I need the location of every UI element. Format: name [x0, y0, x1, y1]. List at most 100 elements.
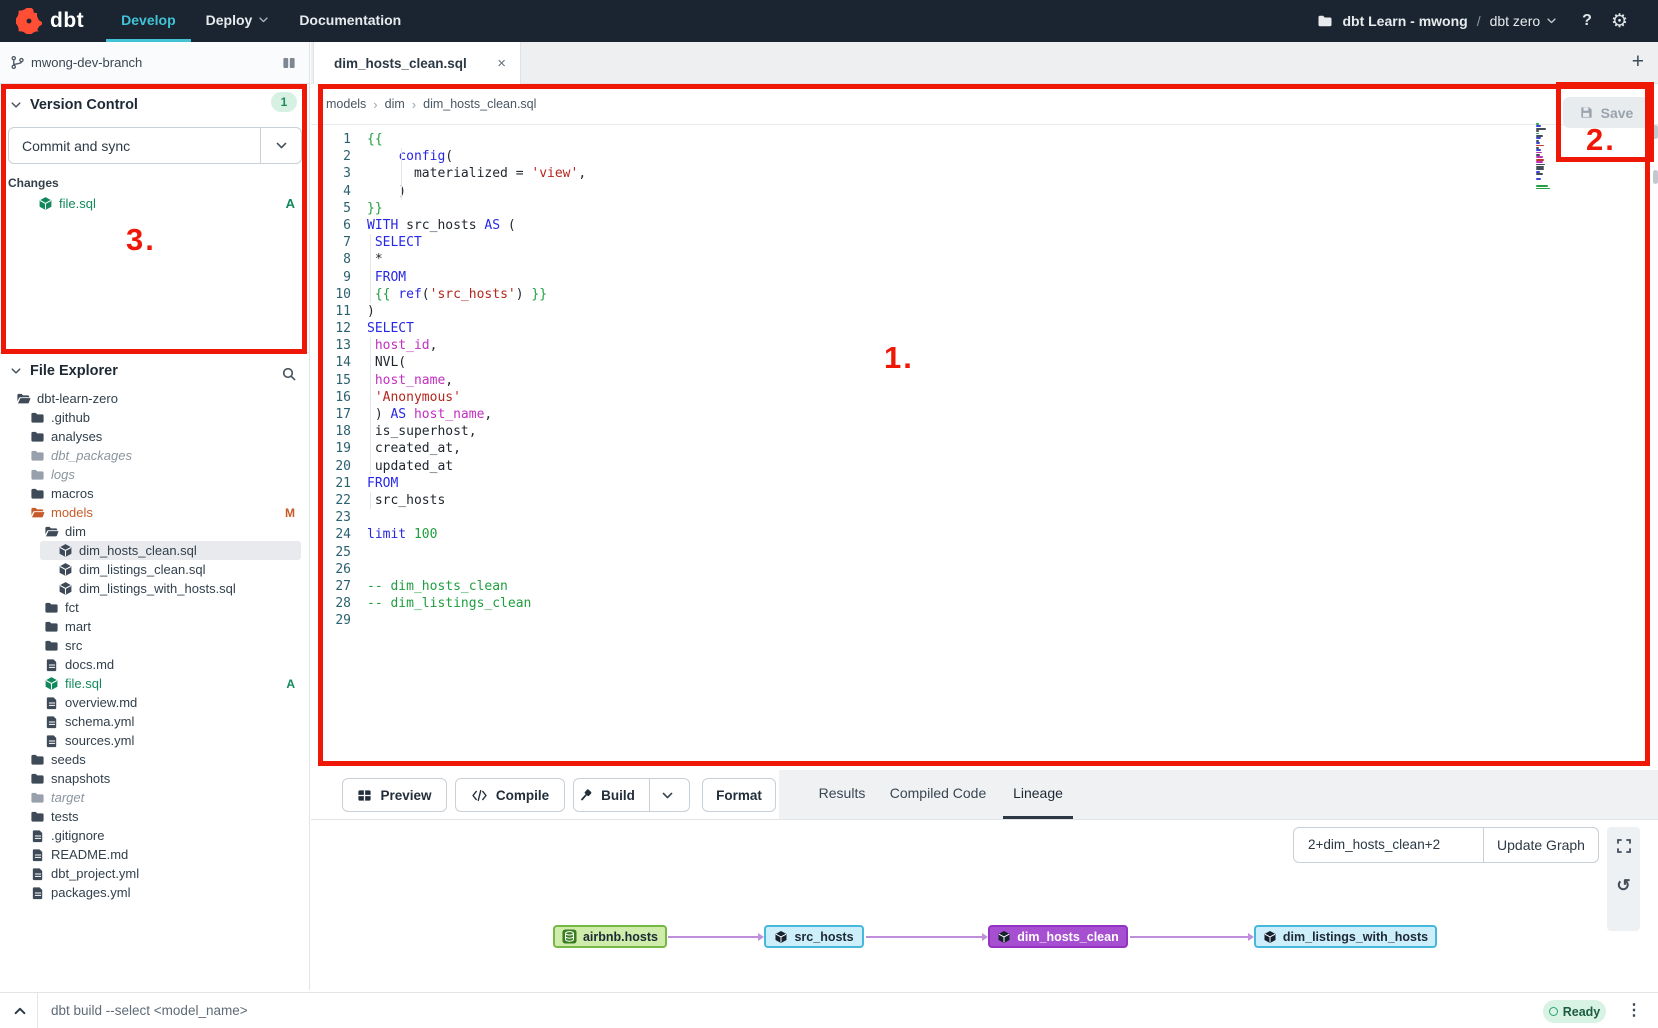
- tree-item-file.sql[interactable]: file.sqlA: [0, 674, 309, 693]
- chevron-down-icon[interactable]: [260, 128, 301, 163]
- tab-lineage[interactable]: Lineage: [1003, 770, 1073, 819]
- lineage-node-dim_listings_with_hosts[interactable]: dim_listings_with_hosts: [1254, 925, 1437, 948]
- line-number: 14: [311, 354, 351, 371]
- tree-item-.gitignore[interactable]: .gitignore: [0, 826, 309, 845]
- close-icon[interactable]: ×: [497, 55, 506, 72]
- tree-item-seeds[interactable]: seeds: [0, 750, 309, 769]
- breadcrumb-item[interactable]: models: [326, 97, 366, 111]
- tab-compiled-code[interactable]: Compiled Code: [883, 770, 993, 819]
- tree-item-models[interactable]: modelsM: [0, 503, 309, 522]
- chevron-up-icon[interactable]: [13, 1004, 27, 1018]
- code-line: 9 FROM: [311, 269, 1658, 286]
- code-line-text: -- dim_listings_clean: [351, 595, 1658, 612]
- tree-item-src[interactable]: src: [0, 636, 309, 655]
- version-control-header[interactable]: Version Control 1: [0, 84, 309, 121]
- preview-button[interactable]: Preview: [342, 778, 447, 812]
- line-number: 1: [311, 131, 351, 148]
- tree-item-dim[interactable]: dim: [0, 522, 309, 541]
- dbt-logo[interactable]: dbt: [16, 0, 84, 42]
- file-explorer-header[interactable]: File Explorer: [0, 353, 309, 387]
- folder-icon: [30, 752, 45, 767]
- tree-item-packages.yml[interactable]: packages.yml: [0, 883, 309, 902]
- tab-dim-hosts-clean[interactable]: dim_hosts_clean.sql ×: [313, 42, 521, 84]
- tree-item-dim_listings_clean.sql[interactable]: dim_listings_clean.sql: [0, 560, 309, 579]
- line-number: 4: [311, 183, 351, 200]
- format-button[interactable]: Format: [702, 778, 776, 812]
- line-number: 12: [311, 320, 351, 337]
- folder-icon: [30, 790, 45, 805]
- tree-item-schema.yml[interactable]: schema.yml: [0, 712, 309, 731]
- changed-file-row[interactable]: file.sql A: [0, 192, 309, 214]
- editor-pane[interactable]: models›dim›dim_hosts_clean.sql 1{{2 conf…: [311, 84, 1658, 770]
- cube-icon: [1263, 930, 1277, 944]
- update-graph-button[interactable]: Update Graph: [1483, 827, 1599, 863]
- tree-item-mart[interactable]: mart: [0, 617, 309, 636]
- tree-item-docs.md[interactable]: docs.md: [0, 655, 309, 674]
- scrollbar-handle[interactable]: [1653, 125, 1658, 139]
- reset-view-icon[interactable]: ↺: [1607, 869, 1640, 902]
- split-view-icon[interactable]: [281, 55, 297, 71]
- tree-item-dbt-learn-zero[interactable]: dbt-learn-zero: [0, 389, 309, 408]
- tree-item-tests[interactable]: tests: [0, 807, 309, 826]
- commit-and-sync-button[interactable]: Commit and sync: [8, 127, 302, 164]
- branch-bar: mwong-dev-branch: [0, 42, 310, 84]
- code-line-text: [351, 509, 1658, 526]
- tree-item-.github[interactable]: .github: [0, 408, 309, 427]
- nav-item-develop[interactable]: Develop: [106, 0, 190, 42]
- kebab-menu-icon[interactable]: ⋮: [1626, 1000, 1642, 1020]
- file-tree: dbt-learn-zero.githubanalysesdbt_package…: [0, 389, 309, 902]
- branch-name[interactable]: mwong-dev-branch: [31, 55, 142, 70]
- tree-item-README.md[interactable]: README.md: [0, 845, 309, 864]
- help-icon[interactable]: ?: [1582, 12, 1592, 30]
- tree-item-target[interactable]: target: [0, 788, 309, 807]
- gear-icon[interactable]: ⚙: [1611, 12, 1628, 31]
- code-line: 6WITH src_hosts AS (: [311, 217, 1658, 234]
- code-line: 23: [311, 509, 1658, 526]
- folder-open-icon: [16, 391, 31, 406]
- search-icon[interactable]: [281, 366, 297, 382]
- nav-item-deploy[interactable]: Deploy: [191, 0, 285, 42]
- line-number: 15: [311, 372, 351, 389]
- tree-item-dbt_project.yml[interactable]: dbt_project.yml: [0, 864, 309, 883]
- line-number: 11: [311, 303, 351, 320]
- save-button[interactable]: Save: [1563, 97, 1649, 128]
- tree-item-macros[interactable]: macros: [0, 484, 309, 503]
- project-selector[interactable]: dbt zero: [1490, 13, 1558, 29]
- model-cube-icon: [58, 543, 73, 558]
- model-cube-icon: [38, 196, 53, 211]
- new-tab-button[interactable]: +: [1632, 50, 1644, 74]
- lineage-node-src_hosts[interactable]: src_hosts: [764, 925, 864, 948]
- tree-item-overview.md[interactable]: overview.md: [0, 693, 309, 712]
- build-button[interactable]: Build: [573, 778, 690, 812]
- breadcrumb-item[interactable]: dim_hosts_clean.sql: [423, 97, 536, 111]
- tree-item-analyses[interactable]: analyses: [0, 427, 309, 446]
- account-name[interactable]: dbt Learn - mwong: [1342, 13, 1467, 29]
- chevron-down-icon[interactable]: [649, 779, 685, 811]
- command-input[interactable]: dbt build --select <model_name>: [51, 993, 248, 1028]
- tree-item-sources.yml[interactable]: sources.yml: [0, 731, 309, 750]
- line-number: 9: [311, 269, 351, 286]
- tree-item-fct[interactable]: fct: [0, 598, 309, 617]
- tree-item-dbt_packages[interactable]: dbt_packages: [0, 446, 309, 465]
- scrollbar-handle[interactable]: [1653, 170, 1658, 184]
- code-line-text: FROM: [351, 475, 1658, 492]
- chevron-down-icon: [10, 365, 22, 377]
- lineage-node-dim_hosts_clean[interactable]: dim_hosts_clean: [988, 925, 1128, 948]
- tree-item-logs[interactable]: logs: [0, 465, 309, 484]
- tab-results[interactable]: Results: [811, 770, 873, 819]
- tree-item-dim_hosts_clean.sql[interactable]: dim_hosts_clean.sql: [0, 541, 309, 560]
- nav-item-documentation[interactable]: Documentation: [284, 0, 416, 42]
- tree-item-dim_listings_with_hosts.sql[interactable]: dim_listings_with_hosts.sql: [0, 579, 309, 598]
- minimap[interactable]: [1536, 123, 1558, 192]
- code-editor[interactable]: 1{{2 config(3 materialized = 'view',4 )5…: [311, 125, 1658, 770]
- code-line-text: [351, 561, 1658, 578]
- lineage-selector-input[interactable]: 2+dim_hosts_clean+2: [1293, 827, 1484, 863]
- breadcrumb-item[interactable]: dim: [385, 97, 405, 111]
- lineage-edge: [668, 936, 762, 938]
- lineage-node-airbnb.hosts[interactable]: airbnb.hosts: [553, 925, 667, 948]
- fullscreen-icon[interactable]: [1607, 829, 1640, 862]
- code-line: 4 ): [311, 183, 1658, 200]
- code-line: 12SELECT: [311, 320, 1658, 337]
- tree-item-snapshots[interactable]: snapshots: [0, 769, 309, 788]
- compile-button[interactable]: Compile: [455, 778, 565, 812]
